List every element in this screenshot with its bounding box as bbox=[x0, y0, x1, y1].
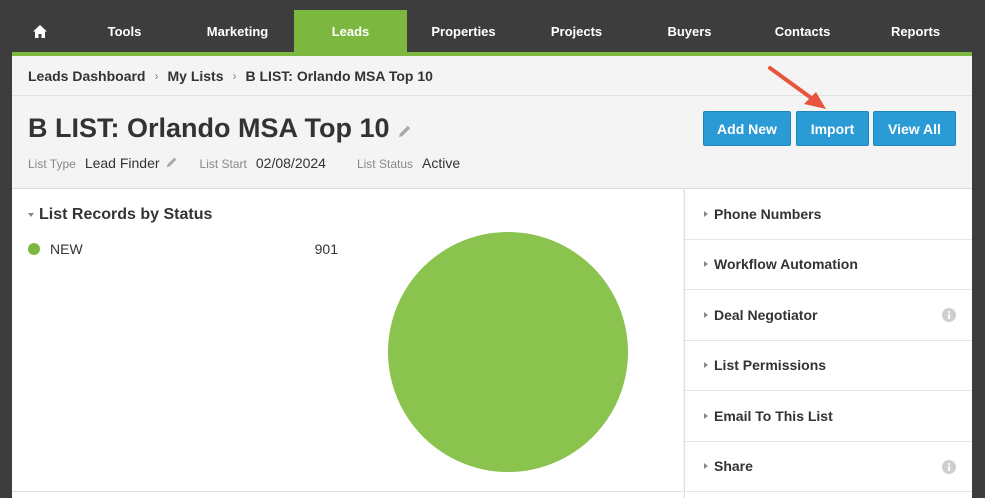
breadcrumb-my-lists[interactable]: My Lists bbox=[167, 68, 223, 84]
legend-count: 901 bbox=[314, 241, 338, 257]
breadcrumb: Leads Dashboard › My Lists › B LIST: Orl… bbox=[28, 68, 433, 84]
info-icon[interactable] bbox=[942, 308, 956, 322]
accordion-label: List Permissions bbox=[714, 357, 827, 374]
breadcrumb-leads-dashboard[interactable]: Leads Dashboard bbox=[28, 68, 145, 84]
breadcrumb-current: B LIST: Orlando MSA Top 10 bbox=[245, 68, 433, 84]
pie-slice-new[interactable] bbox=[388, 232, 628, 472]
import-button[interactable]: Import bbox=[796, 111, 869, 146]
caret-down-icon bbox=[28, 213, 34, 217]
accordion-email-to-list[interactable]: Email To This List bbox=[685, 391, 972, 442]
list-status-value: Active bbox=[422, 155, 461, 171]
nav-properties[interactable]: Properties bbox=[407, 10, 520, 52]
nav-tools[interactable]: Tools bbox=[68, 10, 181, 52]
breadcrumb-separator: › bbox=[232, 69, 237, 83]
accordion-label: Share bbox=[714, 458, 753, 475]
info-icon[interactable] bbox=[942, 459, 956, 474]
nav-marketing[interactable]: Marketing bbox=[181, 10, 294, 52]
nav-home[interactable] bbox=[12, 10, 68, 52]
list-start-label: List Start bbox=[199, 157, 247, 171]
list-type-value: Lead Finder bbox=[84, 155, 160, 171]
accordion-label: Workflow Automation bbox=[714, 256, 858, 273]
caret-right-icon bbox=[704, 463, 708, 470]
legend-name: NEW bbox=[50, 241, 83, 257]
records-card: List Records by Status NEW 901 bbox=[12, 189, 683, 498]
accordion-label: Email To This List bbox=[714, 407, 833, 424]
home-icon bbox=[33, 24, 47, 38]
pencil-icon[interactable] bbox=[398, 124, 412, 138]
accordion-share[interactable]: Share bbox=[685, 442, 972, 492]
records-section-toggle[interactable]: List Records by Status bbox=[28, 206, 212, 224]
list-status-label: List Status bbox=[356, 157, 413, 171]
pencil-icon[interactable] bbox=[166, 156, 178, 168]
page-title: B LIST: Orlando MSA Top 10 bbox=[28, 113, 390, 143]
records-title: List Records by Status bbox=[39, 206, 213, 223]
nav-contacts[interactable]: Contacts bbox=[746, 10, 859, 52]
caret-right-icon bbox=[704, 311, 708, 318]
caret-right-icon bbox=[704, 210, 708, 217]
accordion-label: Phone Numbers bbox=[714, 205, 822, 222]
view-all-button[interactable]: View All bbox=[873, 111, 956, 146]
nav-buyers[interactable]: Buyers bbox=[633, 10, 746, 52]
nav-leads[interactable]: Leads bbox=[294, 10, 407, 52]
card-divider bbox=[12, 491, 683, 492]
breadcrumb-separator: › bbox=[154, 69, 159, 83]
sidebar-accordion: Phone Numbers Workflow Automation Deal N… bbox=[684, 189, 972, 498]
main-nav: Tools Marketing Leads Properties Project… bbox=[12, 10, 972, 52]
accordion-phone-numbers[interactable]: Phone Numbers bbox=[685, 189, 972, 240]
accordion-list-permissions[interactable]: List Permissions bbox=[685, 341, 972, 391]
main-panel: Leads Dashboard › My Lists › B LIST: Orl… bbox=[12, 56, 972, 498]
status-pie-chart bbox=[388, 232, 628, 472]
nav-reports[interactable]: Reports bbox=[859, 10, 972, 52]
list-meta: List Type Lead Finder List Start 02/08/2… bbox=[28, 155, 466, 171]
add-new-button[interactable]: Add New bbox=[703, 111, 791, 146]
caret-right-icon bbox=[704, 362, 708, 369]
accordion-label: Deal Negotiator bbox=[714, 306, 818, 323]
legend-dot bbox=[28, 243, 40, 255]
caret-right-icon bbox=[704, 412, 708, 419]
list-start-value: 02/08/2024 bbox=[255, 155, 326, 171]
annotation-arrow-icon bbox=[768, 66, 826, 109]
accordion-deal-negotiator[interactable]: Deal Negotiator bbox=[685, 290, 972, 341]
caret-right-icon bbox=[704, 261, 708, 268]
nav-projects[interactable]: Projects bbox=[520, 10, 633, 52]
list-type-label: List Type bbox=[28, 157, 76, 171]
legend-row: NEW 901 bbox=[28, 241, 338, 257]
accordion-workflow-automation[interactable]: Workflow Automation bbox=[685, 240, 972, 290]
